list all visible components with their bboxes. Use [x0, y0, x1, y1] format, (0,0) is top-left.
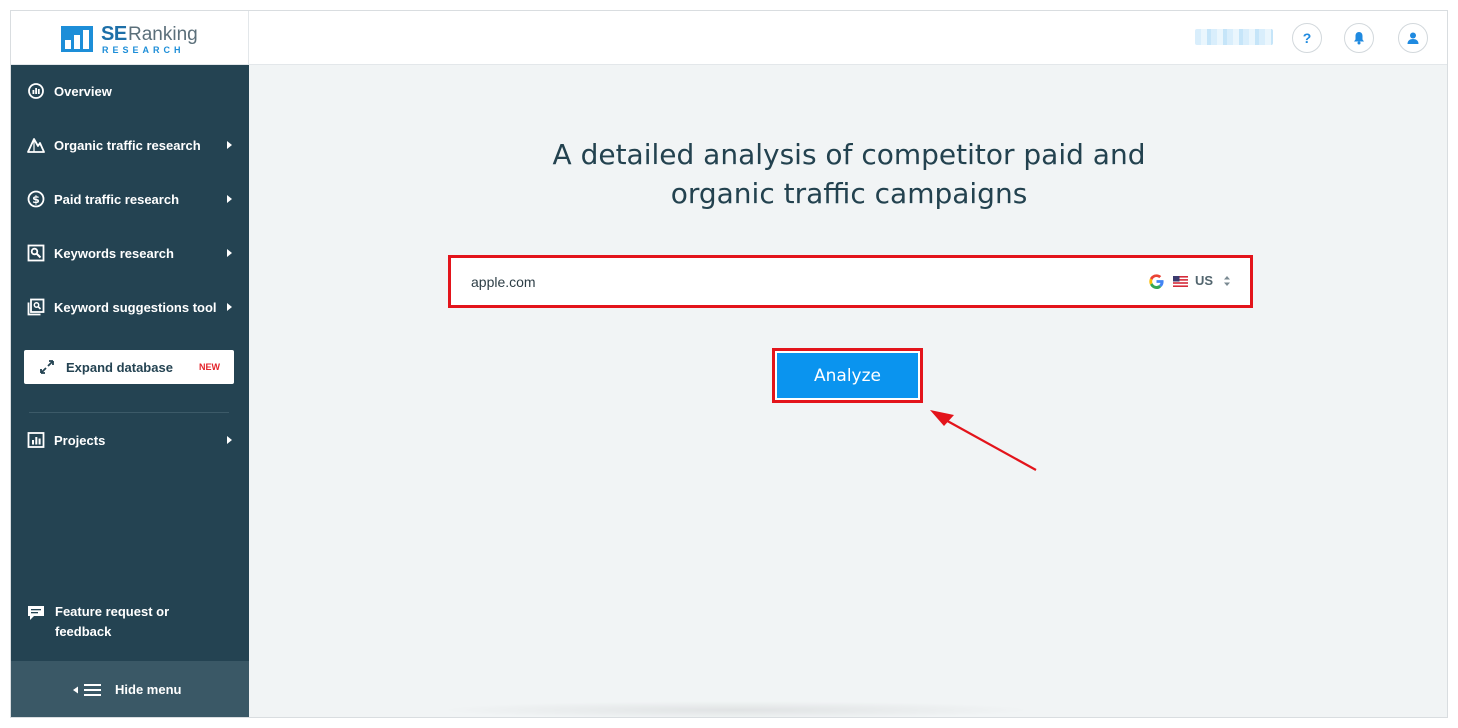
chevron-right-icon	[227, 195, 232, 203]
annotation-arrow-icon	[930, 410, 1037, 471]
sidebar: Overview Organic traffic research $ Paid…	[11, 65, 249, 717]
hide-menu-button[interactable]: Hide menu	[11, 661, 249, 717]
top-header: SE Ranking RESEARCH ?	[11, 11, 1447, 65]
chevron-right-icon	[227, 436, 232, 444]
expand-database-button[interactable]: Expand database NEW	[24, 350, 234, 384]
sidebar-item-organic-traffic[interactable]: Organic traffic research	[11, 125, 249, 165]
us-flag-icon[interactable]	[1173, 276, 1188, 287]
sort-arrows-icon[interactable]	[1223, 273, 1231, 289]
chevron-right-icon	[227, 249, 232, 257]
sidebar-item-label: Projects	[54, 432, 106, 448]
page-title: A detailed analysis of competitor paid a…	[449, 135, 1249, 213]
sidebar-item-label: Overview	[54, 83, 112, 99]
bar-chart-icon	[27, 432, 45, 448]
logo[interactable]: SE Ranking RESEARCH	[11, 11, 249, 65]
key-search-icon	[27, 244, 45, 262]
sidebar-item-label: Keywords research	[54, 245, 174, 261]
chat-bubble-icon	[28, 606, 44, 620]
sidebar-item-keywords-research[interactable]: Keywords research	[11, 233, 249, 273]
sidebar-item-keyword-suggestions[interactable]: Keyword suggestions tool	[11, 287, 249, 327]
country-select[interactable]: US	[1195, 273, 1213, 288]
feature-request-link[interactable]: Feature request or feedback	[11, 602, 249, 646]
question-icon: ?	[1302, 30, 1312, 46]
organic-mountain-icon	[27, 138, 45, 153]
bell-icon	[1354, 32, 1364, 45]
profile-button[interactable]	[1398, 23, 1428, 53]
sidebar-item-paid-traffic[interactable]: $ Paid traffic research	[11, 179, 249, 219]
analyze-highlight: Analyze	[772, 348, 923, 403]
logo-research-text: RESEARCH	[102, 45, 185, 55]
overview-gauge-icon	[28, 83, 44, 99]
notifications-button[interactable]	[1344, 23, 1374, 53]
expand-arrows-icon	[40, 360, 54, 374]
app-window: SE Ranking RESEARCH ? Overview Organic t…	[10, 10, 1448, 718]
page-title-line-2: organic traffic campaigns	[670, 177, 1028, 210]
expand-database-label: Expand database	[66, 359, 173, 375]
sidebar-item-label: Organic traffic research	[54, 137, 201, 153]
domain-search-box: US	[448, 255, 1253, 308]
logo-bars-icon	[61, 26, 93, 52]
feedback-label: Feature request or feedback	[55, 604, 170, 639]
hamburger-collapse-icon	[73, 684, 101, 696]
analyze-button[interactable]: Analyze	[777, 353, 918, 398]
domain-search-input[interactable]	[463, 264, 1123, 299]
sidebar-item-projects[interactable]: Projects	[11, 420, 249, 460]
suggestions-icon	[27, 298, 45, 316]
dollar-icon: $	[27, 190, 45, 208]
sidebar-divider	[29, 412, 229, 413]
page-title-line-1: A detailed analysis of competitor paid a…	[552, 138, 1146, 171]
new-badge: NEW	[199, 362, 220, 372]
svg-text:$: $	[32, 193, 40, 206]
user-icon	[1407, 32, 1419, 44]
sidebar-item-label: Keyword suggestions tool	[54, 299, 217, 315]
chevron-right-icon	[227, 141, 232, 149]
logo-se-text: SE	[101, 23, 127, 45]
blurred-username[interactable]	[1195, 29, 1273, 45]
google-icon[interactable]	[1148, 273, 1165, 290]
footer-shadow	[436, 701, 1036, 717]
hide-menu-label: Hide menu	[115, 682, 182, 697]
sidebar-item-label: Paid traffic research	[54, 191, 180, 207]
logo-ranking-text: Ranking	[128, 24, 198, 45]
help-button[interactable]: ?	[1292, 23, 1322, 53]
chevron-right-icon	[227, 303, 232, 311]
sidebar-item-overview[interactable]: Overview	[11, 71, 249, 111]
